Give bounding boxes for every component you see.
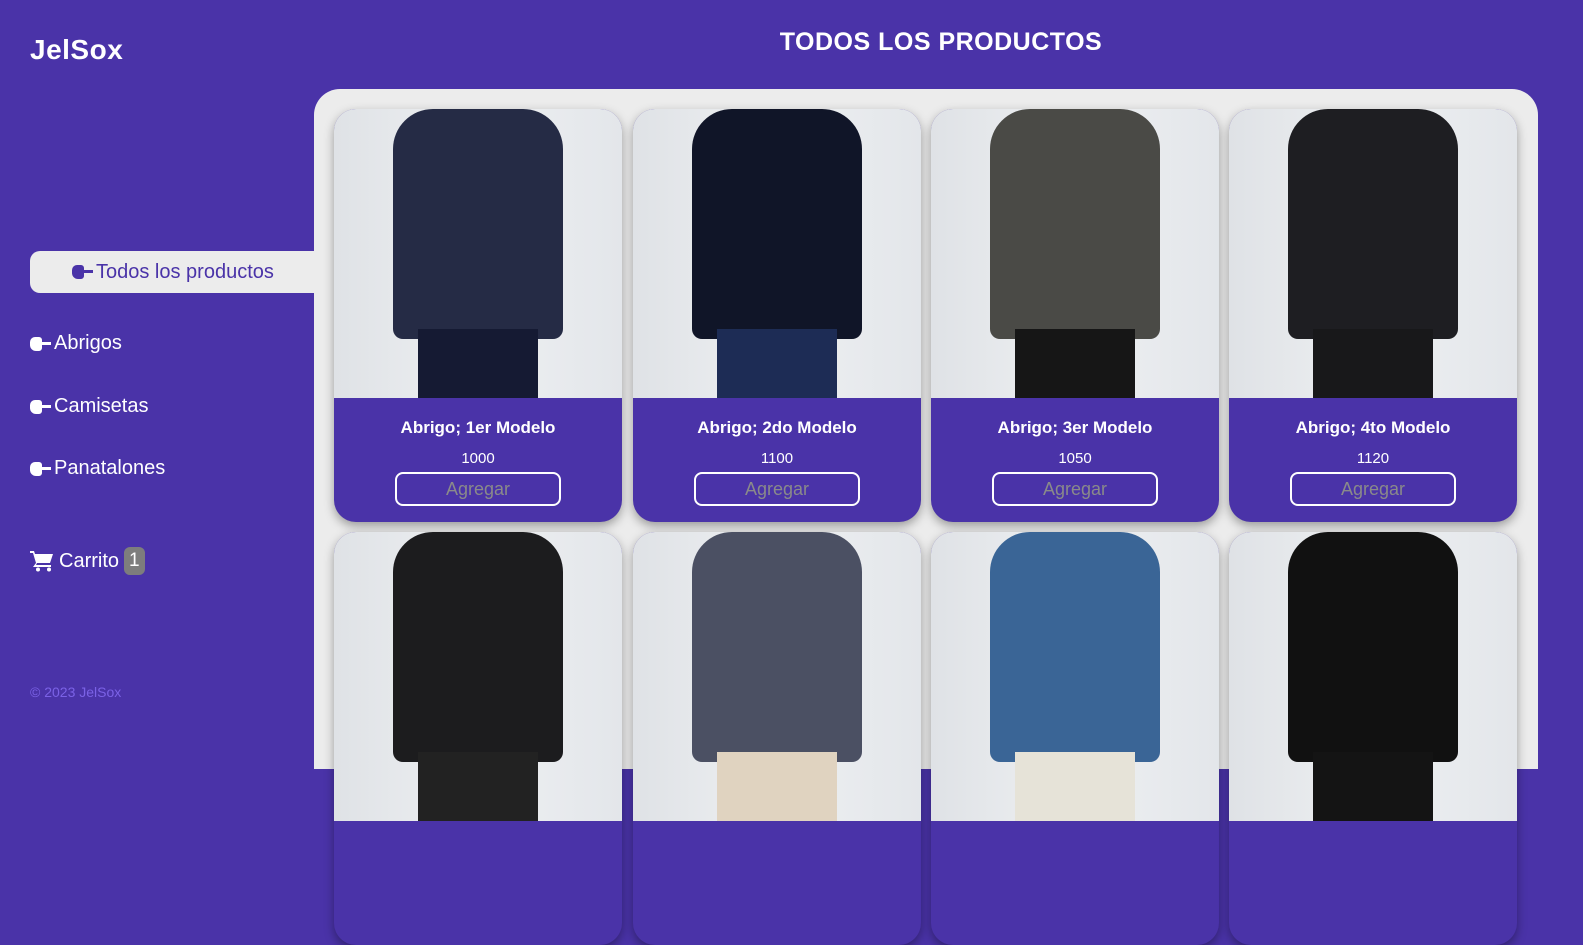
add-to-cart-button[interactable]: Agregar <box>395 472 561 506</box>
cart-link[interactable]: Carrito 1 <box>30 547 145 575</box>
product-price: 1120 <box>1356 450 1390 467</box>
product-photo-legs <box>1015 752 1135 821</box>
hand-point-right-icon <box>30 399 52 414</box>
nav-label: Abrigos <box>54 332 122 354</box>
product-photo-legs <box>418 329 538 398</box>
product-photo-legs <box>717 329 837 398</box>
product-name: Abrigo; 3er Modelo <box>997 418 1153 437</box>
product-card[interactable]: Abrigo; 1er Modelo 1000 Agregar <box>334 109 622 522</box>
product-image[interactable] <box>334 532 622 821</box>
hand-point-right-icon <box>30 336 52 351</box>
product-card[interactable]: Abrigo; 4to Modelo 1120 Agregar <box>1229 109 1517 522</box>
product-info: Abrigo; 1er Modelo 1000 Agregar <box>334 398 622 506</box>
nav-label: Todos los productos <box>96 260 274 283</box>
cart-label: Carrito <box>59 549 120 572</box>
nav-label: Camisetas <box>54 395 149 417</box>
copyright: © 2023 JelSox <box>30 684 122 700</box>
nav-item-abrigos[interactable]: Abrigos <box>30 332 122 355</box>
product-name: Abrigo; 1er Modelo <box>400 418 556 437</box>
product-card[interactable]: Abrigo; 2do Modelo 1100 Agregar <box>633 109 921 522</box>
hand-point-right-icon <box>72 265 94 279</box>
product-info: Abrigo; 2do Modelo 1100 Agregar <box>633 398 921 506</box>
nav-item-pantalones[interactable]: Panatalones <box>30 457 165 480</box>
product-card[interactable] <box>633 532 921 945</box>
product-photo-torso <box>393 109 563 339</box>
sidebar: JelSox Todos los productos Abrigos Camis… <box>0 0 314 738</box>
product-photo-legs <box>1015 329 1135 398</box>
product-card[interactable]: Abrigo; 3er Modelo 1050 Agregar <box>931 109 1219 522</box>
page-title: TODOS LOS PRODUCTOS <box>779 28 1103 56</box>
brand-logo[interactable]: JelSox <box>30 34 123 66</box>
product-photo-legs <box>418 752 538 821</box>
product-card[interactable] <box>334 532 622 945</box>
add-to-cart-button[interactable]: Agregar <box>992 472 1158 506</box>
product-photo-legs <box>717 752 837 821</box>
product-image[interactable] <box>334 109 622 398</box>
product-photo-torso <box>990 109 1160 339</box>
nav-item-all-products[interactable]: Todos los productos <box>30 251 314 293</box>
add-to-cart-button[interactable]: Agregar <box>1290 472 1456 506</box>
product-image[interactable] <box>633 532 921 821</box>
product-photo-torso <box>1288 532 1458 762</box>
product-photo-torso <box>692 532 862 762</box>
product-image[interactable] <box>931 532 1219 821</box>
product-image[interactable] <box>633 109 921 398</box>
product-photo-torso <box>692 109 862 339</box>
product-photo-legs <box>1313 752 1433 821</box>
product-name: Abrigo; 2do Modelo <box>697 418 857 437</box>
nav-item-camisetas[interactable]: Camisetas <box>30 395 148 418</box>
product-photo-torso <box>990 532 1160 762</box>
cart-icon <box>30 551 53 572</box>
product-price: 1000 <box>461 450 495 467</box>
product-info: Abrigo; 3er Modelo 1050 Agregar <box>931 398 1219 506</box>
cart-count-badge: 1 <box>124 547 145 575</box>
product-photo-legs <box>1313 329 1433 398</box>
product-image[interactable] <box>1229 109 1517 398</box>
product-name: Abrigo; 4to Modelo <box>1295 418 1451 437</box>
hand-point-right-icon <box>30 461 52 476</box>
nav-label: Panatalones <box>54 457 166 479</box>
product-image[interactable] <box>931 109 1219 398</box>
product-price: 1100 <box>760 450 794 467</box>
product-photo-torso <box>1288 109 1458 339</box>
product-image[interactable] <box>1229 532 1517 821</box>
product-info: Abrigo; 4to Modelo 1120 Agregar <box>1229 398 1517 506</box>
product-price: 1050 <box>1058 450 1092 467</box>
product-card[interactable] <box>931 532 1219 945</box>
product-card[interactable] <box>1229 532 1517 945</box>
product-photo-torso <box>393 532 563 762</box>
add-to-cart-button[interactable]: Agregar <box>694 472 860 506</box>
